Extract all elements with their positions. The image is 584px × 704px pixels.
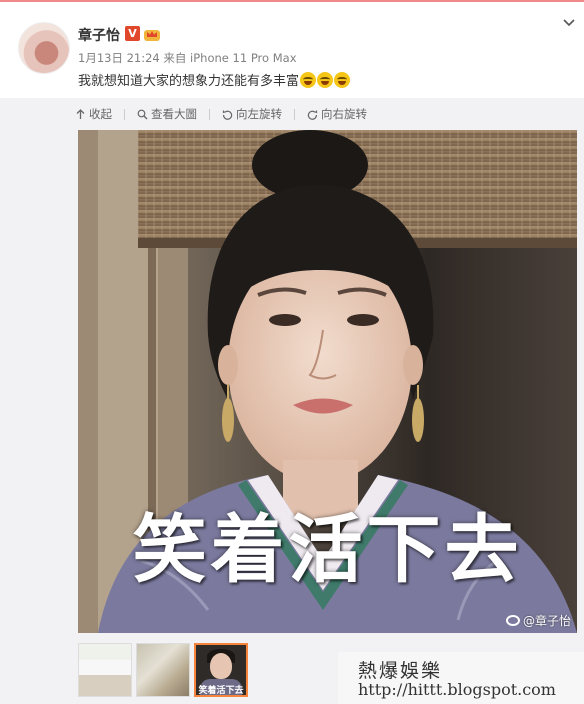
collapse-button[interactable]: 收起 xyxy=(75,106,112,122)
rotate-left-label: 向左旋转 xyxy=(236,107,282,121)
rotate-right-button[interactable]: 向右旋转 xyxy=(307,106,367,122)
magnifier-icon xyxy=(137,109,148,119)
rotate-right-icon xyxy=(307,109,318,120)
post-text-body: 我就想知道大家的想象力还能有多丰富 xyxy=(78,74,300,89)
toolbar-divider xyxy=(294,108,295,120)
toolbar-divider xyxy=(209,108,210,120)
crown-badge-icon xyxy=(144,30,160,41)
collapse-label: 收起 xyxy=(89,107,112,121)
collapse-arrow-icon xyxy=(76,108,85,119)
toolbar-divider xyxy=(124,108,125,120)
blog-url: http://hittt.blogspot.com xyxy=(358,680,556,699)
thumb-caption: 笑着活下去 xyxy=(198,686,244,696)
post-text: 我就想知道大家的想象力还能有多丰富 xyxy=(78,70,351,89)
author-name[interactable]: 章子怡 xyxy=(78,25,120,45)
chevron-down-icon[interactable] xyxy=(562,18,576,28)
thumbnail-3-selected[interactable]: 笑着活下去 xyxy=(194,643,248,697)
laugh-cry-emoji-icon xyxy=(300,72,317,88)
thumbnail-2[interactable] xyxy=(136,643,190,697)
image-watermark: @章子怡 xyxy=(505,612,571,629)
rotate-left-icon xyxy=(222,109,233,120)
weibo-logo-icon xyxy=(505,615,520,626)
view-large-button[interactable]: 查看大圖 xyxy=(137,106,197,122)
laugh-cry-emoji-icon xyxy=(334,72,351,88)
verified-badge-icon: V xyxy=(125,26,140,41)
rotate-left-button[interactable]: 向左旋转 xyxy=(222,106,282,122)
blog-title: 熱爆娛樂 xyxy=(358,660,443,682)
thumb-face xyxy=(210,653,232,679)
image-toolbar: 收起 查看大圖 向左旋转 向右旋转 xyxy=(75,106,379,122)
laugh-cry-emoji-icon xyxy=(317,72,334,88)
post-image[interactable]: 笑着活下去 @章子怡 xyxy=(78,130,577,633)
thumbnail-1[interactable] xyxy=(78,643,132,697)
avatar[interactable] xyxy=(18,22,70,74)
rotate-right-label: 向右旋转 xyxy=(321,107,367,121)
post-meta: 1月13日 21:24 来自 iPhone 11 Pro Max xyxy=(78,51,297,65)
image-caption: 笑着活下去 xyxy=(132,507,523,593)
view-large-label: 查看大圖 xyxy=(151,107,197,121)
watermark-text: @章子怡 xyxy=(522,614,571,628)
thumbnail-strip: 笑着活下去 xyxy=(78,643,248,697)
